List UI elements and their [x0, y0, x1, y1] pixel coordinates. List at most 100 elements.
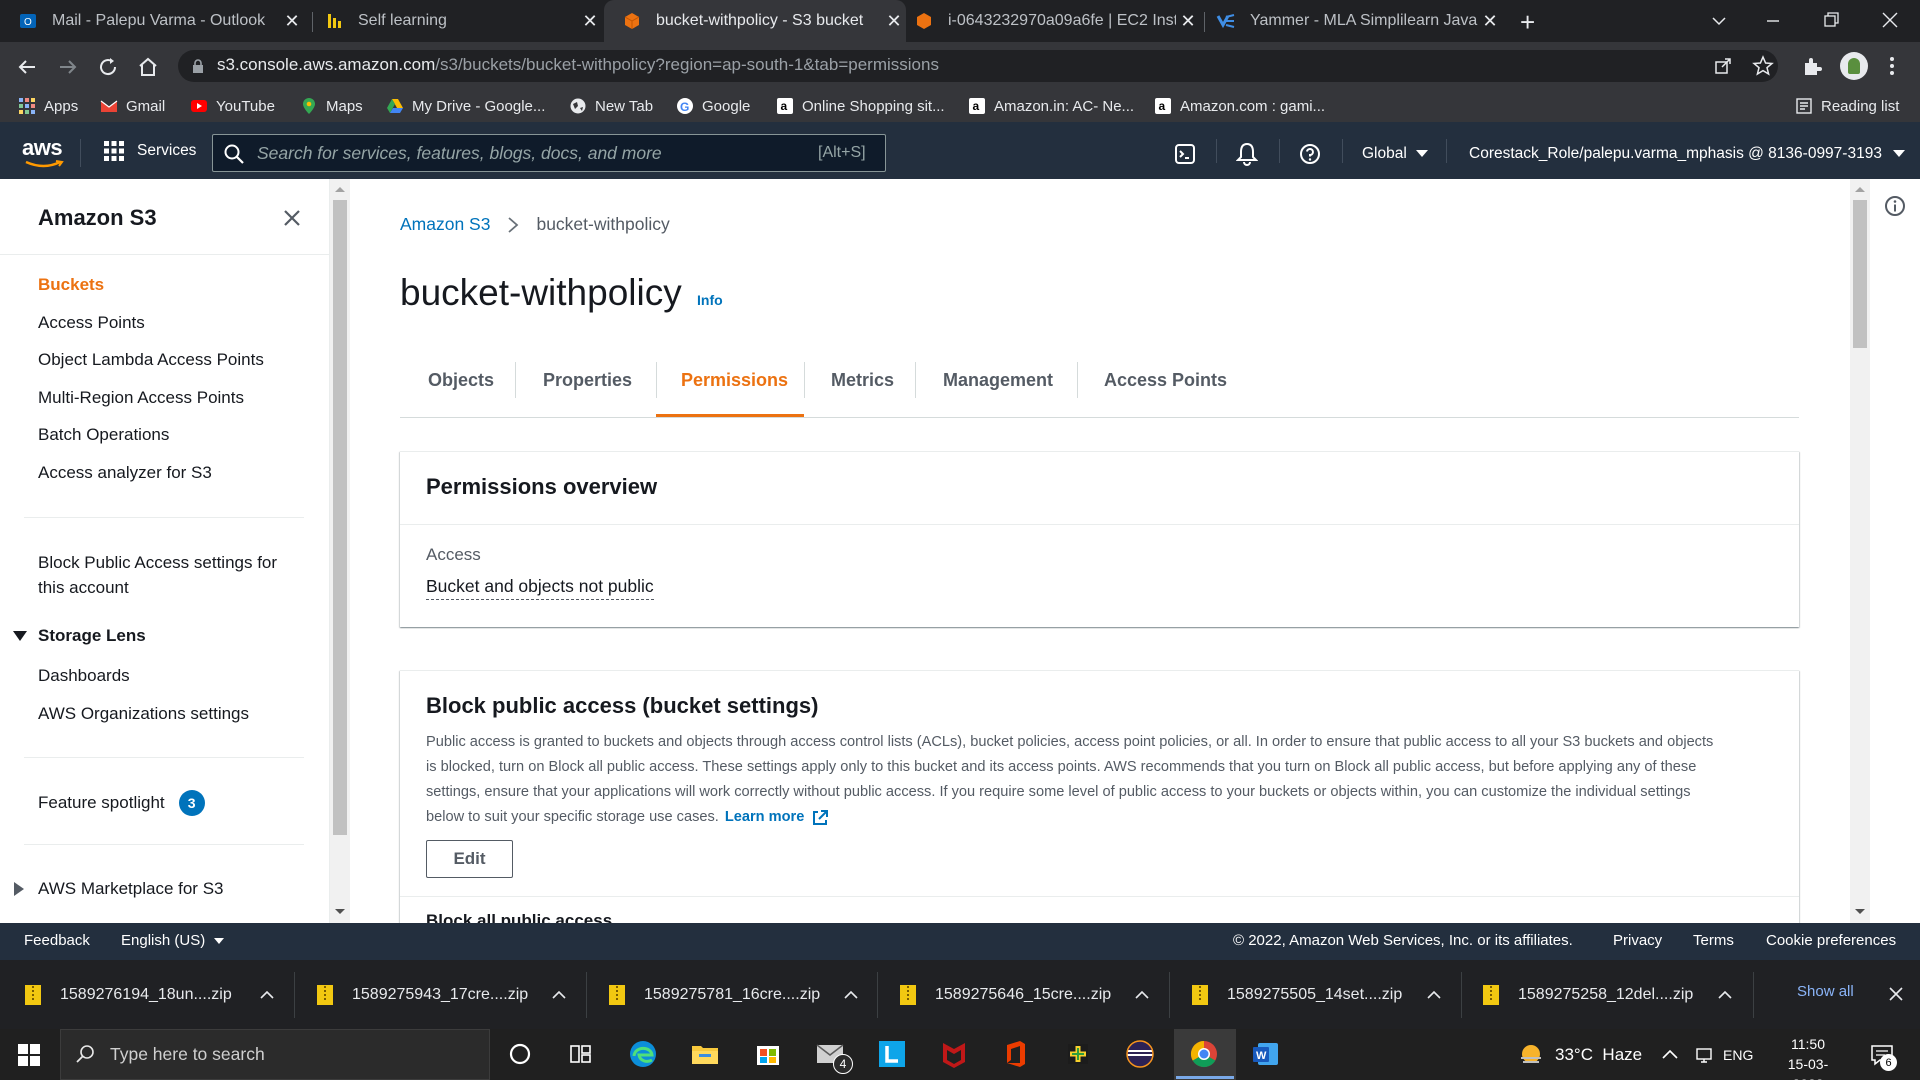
tab-access-points[interactable]: Access Points — [1104, 370, 1227, 391]
bookmark-star-icon[interactable] — [1752, 55, 1774, 77]
reload-icon[interactable] — [96, 55, 120, 79]
extensions-icon[interactable] — [1801, 55, 1823, 77]
eclipse-icon[interactable] — [1122, 1036, 1158, 1072]
sidebar-item-access-points[interactable]: Access Points — [38, 313, 145, 333]
external-link-icon[interactable] — [811, 809, 829, 827]
help-icon[interactable] — [1299, 143, 1321, 165]
show-all-downloads-link[interactable]: Show all — [1797, 983, 1854, 1000]
close-tab-icon[interactable]: ✕ — [1176, 11, 1200, 32]
chevron-up-icon[interactable] — [1427, 990, 1441, 1000]
close-window-icon[interactable] — [1881, 11, 1899, 29]
windows-start-icon[interactable] — [18, 1044, 40, 1066]
chevron-up-icon[interactable] — [1718, 990, 1732, 1000]
weather-haze-icon[interactable] — [1518, 1042, 1544, 1068]
share-icon[interactable] — [1713, 56, 1733, 76]
chevron-up-icon[interactable] — [844, 990, 858, 1000]
cloudshell-icon[interactable] — [1174, 143, 1196, 165]
app-plus-icon[interactable] — [1060, 1036, 1096, 1072]
l-app-icon[interactable] — [874, 1036, 910, 1072]
bookmark-youtube[interactable]: YouTube — [190, 93, 275, 119]
download-item[interactable]: 1589275943_17cre....zip — [316, 960, 566, 1029]
lock-icon[interactable] — [190, 58, 206, 74]
forward-icon[interactable] — [56, 55, 80, 79]
chevron-up-icon[interactable] — [1662, 1048, 1678, 1060]
cortana-icon[interactable] — [502, 1036, 538, 1072]
new-tab-button[interactable]: + — [1520, 7, 1535, 38]
sidebar-item-block-public-access[interactable]: Block Public Access settings for this acc… — [38, 550, 277, 600]
office-icon[interactable] — [998, 1036, 1034, 1072]
reading-list-button[interactable]: Reading list — [1795, 93, 1899, 119]
restore-icon[interactable] — [1823, 11, 1841, 29]
close-tab-icon[interactable]: ✕ — [882, 11, 906, 32]
download-item[interactable]: 1589276194_18un....zip — [24, 960, 274, 1029]
weather-text[interactable]: 33°C Haze — [1555, 1045, 1642, 1065]
bookmark-apps[interactable]: Apps — [18, 93, 78, 119]
input-language[interactable]: ENG — [1723, 1047, 1753, 1063]
info-link[interactable]: Info — [697, 292, 723, 308]
cookie-preferences-link[interactable]: Cookie preferences — [1766, 932, 1896, 949]
scroll-down-icon[interactable] — [1854, 908, 1866, 916]
sidebar-item-buckets[interactable]: Buckets — [38, 275, 104, 295]
back-icon[interactable] — [15, 55, 39, 79]
browser-tab-s3-bucket[interactable]: bucket-withpolicy - S3 bucket ✕ — [604, 0, 906, 42]
sidebar-item-marketplace[interactable]: AWS Marketplace for S3 — [12, 879, 224, 899]
bookmark-maps[interactable]: Maps — [300, 93, 363, 119]
close-tab-icon[interactable]: ✕ — [1478, 11, 1502, 32]
download-item[interactable]: 1589275258_12del....zip — [1482, 960, 1732, 1029]
bookmark-google[interactable]: G Google — [676, 93, 750, 119]
access-value[interactable]: Bucket and objects not public — [426, 576, 654, 600]
tab-management[interactable]: Management — [943, 370, 1053, 391]
chrome-icon[interactable] — [1186, 1036, 1222, 1072]
browser-tab-self-learning[interactable]: Self learning ✕ — [320, 0, 602, 42]
word-icon[interactable]: W — [1248, 1036, 1284, 1072]
breadcrumb-root-link[interactable]: Amazon S3 — [400, 214, 490, 235]
scroll-up-icon[interactable] — [334, 185, 346, 193]
services-menu-button[interactable]: Services — [103, 140, 196, 162]
bookmark-amazon-com[interactable]: a Amazon.com : gami... — [1154, 93, 1325, 119]
download-item[interactable]: 1589275646_15cre....zip — [899, 960, 1149, 1029]
account-menu[interactable]: Corestack_Role/palepu.varma_mphasis @ 81… — [1469, 145, 1906, 163]
chevron-up-icon[interactable] — [260, 990, 274, 1000]
bookmark-online-shopping[interactable]: a Online Shopping sit... — [776, 93, 945, 119]
download-item[interactable]: 1589275505_14set....zip — [1191, 960, 1441, 1029]
minimize-icon[interactable] — [1764, 12, 1782, 30]
region-selector[interactable]: Global — [1362, 145, 1429, 163]
sidebar-item-feature-spotlight[interactable]: Feature spotlight 3 — [38, 790, 205, 816]
tab-search-icon[interactable] — [1710, 12, 1728, 30]
microsoft-store-icon[interactable] — [750, 1036, 786, 1072]
browser-tab-yammer[interactable]: Yammer - MLA Simplilearn Java E ✕ — [1212, 0, 1502, 42]
edit-button[interactable]: Edit — [426, 840, 513, 878]
chevron-up-icon[interactable] — [552, 990, 566, 1000]
info-panel-icon[interactable] — [1884, 195, 1906, 217]
bookmark-gmail[interactable]: Gmail — [100, 93, 165, 119]
sidebar-item-object-lambda[interactable]: Object Lambda Access Points — [38, 350, 264, 370]
sidebar-item-dashboards[interactable]: Dashboards — [38, 666, 130, 686]
feedback-link[interactable]: Feedback — [24, 932, 90, 949]
bookmark-drive[interactable]: My Drive - Google... — [386, 93, 545, 119]
home-icon[interactable] — [136, 55, 160, 79]
tab-metrics[interactable]: Metrics — [831, 370, 894, 391]
chevron-up-icon[interactable] — [1135, 990, 1149, 1000]
tab-objects[interactable]: Objects — [428, 370, 494, 391]
main-scrollbar-thumb[interactable] — [1853, 200, 1867, 348]
bookmark-amazon-in[interactable]: a Amazon.in: AC- Ne... — [968, 93, 1134, 119]
task-view-icon[interactable] — [562, 1036, 598, 1072]
tab-properties[interactable]: Properties — [543, 370, 632, 391]
sidebar-scrollbar-thumb[interactable] — [333, 200, 347, 835]
close-tab-icon[interactable]: ✕ — [280, 11, 304, 32]
terms-link[interactable]: Terms — [1693, 932, 1734, 949]
close-shelf-icon[interactable] — [1888, 986, 1904, 1002]
profile-avatar[interactable] — [1840, 52, 1868, 80]
storage-lens-section[interactable]: Storage Lens — [12, 626, 146, 646]
mcafee-icon[interactable] — [936, 1036, 972, 1072]
aws-logo[interactable]: aws — [22, 135, 63, 161]
menu-kebab-icon[interactable] — [1887, 54, 1897, 78]
sidebar-item-multi-region[interactable]: Multi-Region Access Points — [38, 388, 244, 408]
privacy-link[interactable]: Privacy — [1613, 932, 1662, 949]
browser-tab-outlook[interactable]: O Mail - Palepu Varma - Outlook ✕ — [14, 0, 304, 42]
browser-tab-ec2-instance[interactable]: i-0643232970a09a6fe | EC2 Instan ✕ — [910, 0, 1200, 42]
sidebar-item-organizations-settings[interactable]: AWS Organizations settings — [38, 704, 249, 724]
tab-permissions[interactable]: Permissions — [681, 370, 788, 391]
scroll-down-icon[interactable] — [334, 908, 346, 916]
language-selector[interactable]: English (US) — [121, 932, 225, 949]
